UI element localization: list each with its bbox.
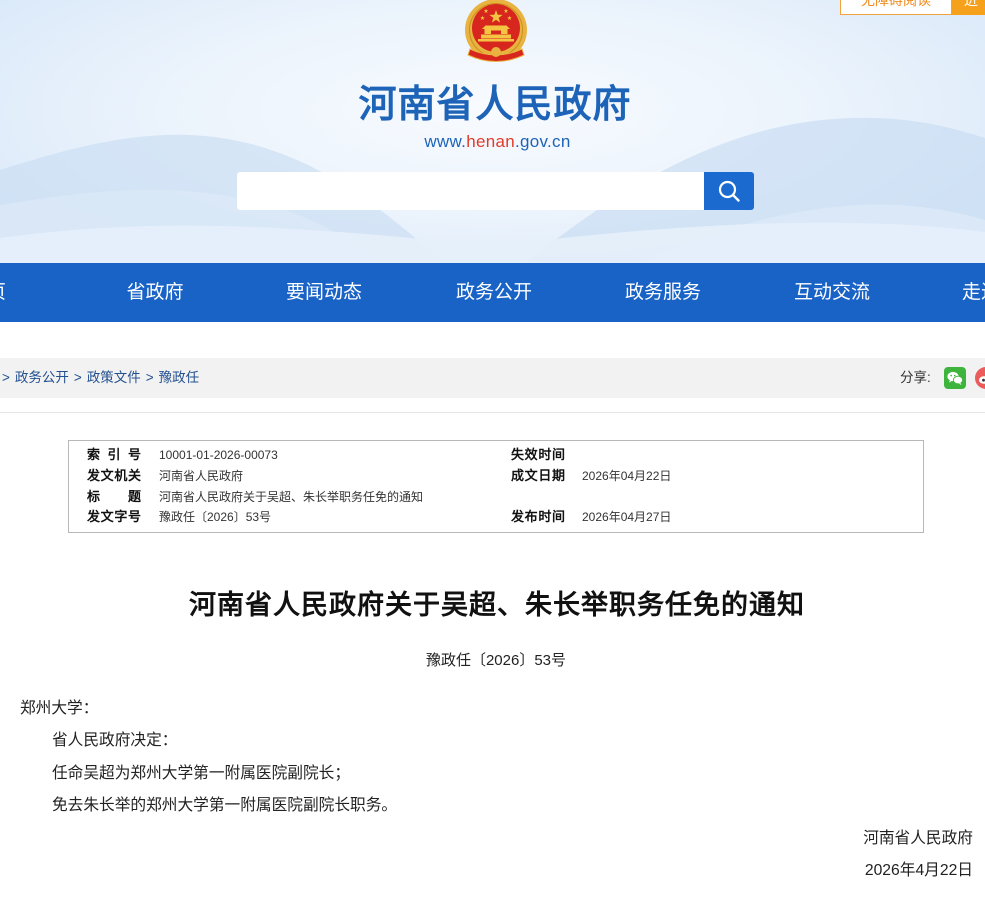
search-button[interactable] xyxy=(704,172,754,210)
document-salutation: 郑州大学： xyxy=(20,700,99,717)
document-date: 2026年4月22日 xyxy=(864,862,973,880)
metadata-value: 10001-01-2026-00073 xyxy=(159,448,278,462)
care-mode-button[interactable]: 进 xyxy=(952,0,985,15)
nav-item-provincial-government[interactable]: 省政府 xyxy=(95,263,215,322)
metadata-value: 2026年04月27日 xyxy=(582,510,672,525)
nav-item-government-affairs[interactable]: 政务公开 xyxy=(434,263,554,322)
document-body: 郑州大学： 省人民政府决定： 任命吴超为郑州大学第一附属医院副院长； 免去朱长举… xyxy=(20,693,973,887)
document-number: 豫政任〔2026〕53号 xyxy=(425,652,567,669)
metadata-value: 2026年04月22日 xyxy=(582,468,672,483)
document-paragraph: 任命吴超为郑州大学第一附属医院副院长； xyxy=(52,764,351,782)
metadata-row-document-number: 发文字号 豫政任〔2026〕53号 发布时间 2026年04月27日 xyxy=(69,507,923,528)
nav-item-services[interactable]: 政务服务 xyxy=(603,263,723,322)
nav-item-about-henan[interactable]: 走进 xyxy=(962,263,985,322)
site-url-prefix: www. xyxy=(424,132,467,151)
metadata-label: 发文字号 xyxy=(87,509,141,525)
site-header: 无障碍阅读 进 河南省人民政府 www.henan.gov.cn xyxy=(0,0,985,263)
breadcrumb-bar: > 政务公开 > 政策文件 > 豫政任 分享: xyxy=(0,358,985,398)
breadcrumb-item-appointments[interactable]: 豫政任 xyxy=(159,370,200,385)
metadata-label: 发布时间 xyxy=(511,509,565,525)
metadata-label: 失效时间 xyxy=(511,447,565,462)
breadcrumb-separator: > xyxy=(145,370,154,385)
metadata-row-title: 标 题 河南省人民政府关于吴超、朱长举职务任免的通知 xyxy=(69,487,923,508)
content-divider xyxy=(0,412,985,413)
document-paragraph: 免去朱长举的郑州大学第一附属医院副院长职务。 xyxy=(52,797,398,815)
metadata-label: 成文日期 xyxy=(511,467,565,483)
metadata-row-index-number: 索 引 号 10001-01-2026-00073 失效时间 xyxy=(69,445,923,466)
document-paragraph: 省人民政府决定： xyxy=(52,732,178,750)
site-title: 河南省人民政府 xyxy=(358,84,632,126)
metadata-value: 豫政任〔2026〕53号 xyxy=(159,510,272,525)
site-url: www.henan.gov.cn xyxy=(10,131,985,153)
weibo-icon[interactable] xyxy=(975,367,985,389)
nav-item-home[interactable]: 页 xyxy=(0,263,6,322)
document-title: 河南省人民政府关于吴超、朱长举职务任免的通知 xyxy=(189,590,805,620)
document-metadata-table: 索 引 号 10001-01-2026-00073 失效时间 发文机关 河南省人… xyxy=(68,440,924,533)
care-mode-button-label: 进 xyxy=(964,0,978,8)
breadcrumb-separator: > xyxy=(2,370,10,385)
search-icon xyxy=(718,180,740,202)
breadcrumb-separator: > xyxy=(73,370,82,385)
metadata-label: 索 引 号 xyxy=(87,447,141,462)
accessibility-button-label: 无障碍阅读 xyxy=(861,0,931,8)
breadcrumb-item-policy-documents[interactable]: 政策文件 xyxy=(87,370,141,385)
breadcrumb: > 政务公开 > 政策文件 > 豫政任 xyxy=(2,358,204,398)
metadata-label: 发文机关 xyxy=(87,467,141,483)
main-nav: 页 省政府 要闻动态 政务公开 政务服务 互动交流 走进 xyxy=(0,263,985,322)
site-url-suffix: .gov.cn xyxy=(514,132,571,151)
nav-item-interaction[interactable]: 互动交流 xyxy=(772,263,892,322)
share-label: 分享: xyxy=(900,370,931,385)
breadcrumb-item-government-affairs[interactable]: 政务公开 xyxy=(15,370,69,385)
metadata-row-issuing-authority: 发文机关 河南省人民政府 成文日期 2026年04月22日 xyxy=(69,466,923,487)
metadata-label: 标 题 xyxy=(87,488,141,504)
national-emblem xyxy=(465,0,527,62)
site-url-highlight: henan xyxy=(466,132,515,151)
document-signature: 河南省人民政府 xyxy=(863,829,973,847)
metadata-value: 河南省人民政府关于吴超、朱长举职务任免的通知 xyxy=(159,489,424,504)
wechat-icon[interactable] xyxy=(944,367,966,389)
nav-item-news[interactable]: 要闻动态 xyxy=(264,263,384,322)
accessibility-button[interactable]: 无障碍阅读 xyxy=(840,0,952,15)
search-input[interactable] xyxy=(237,172,704,210)
metadata-value: 河南省人民政府 xyxy=(159,468,244,483)
